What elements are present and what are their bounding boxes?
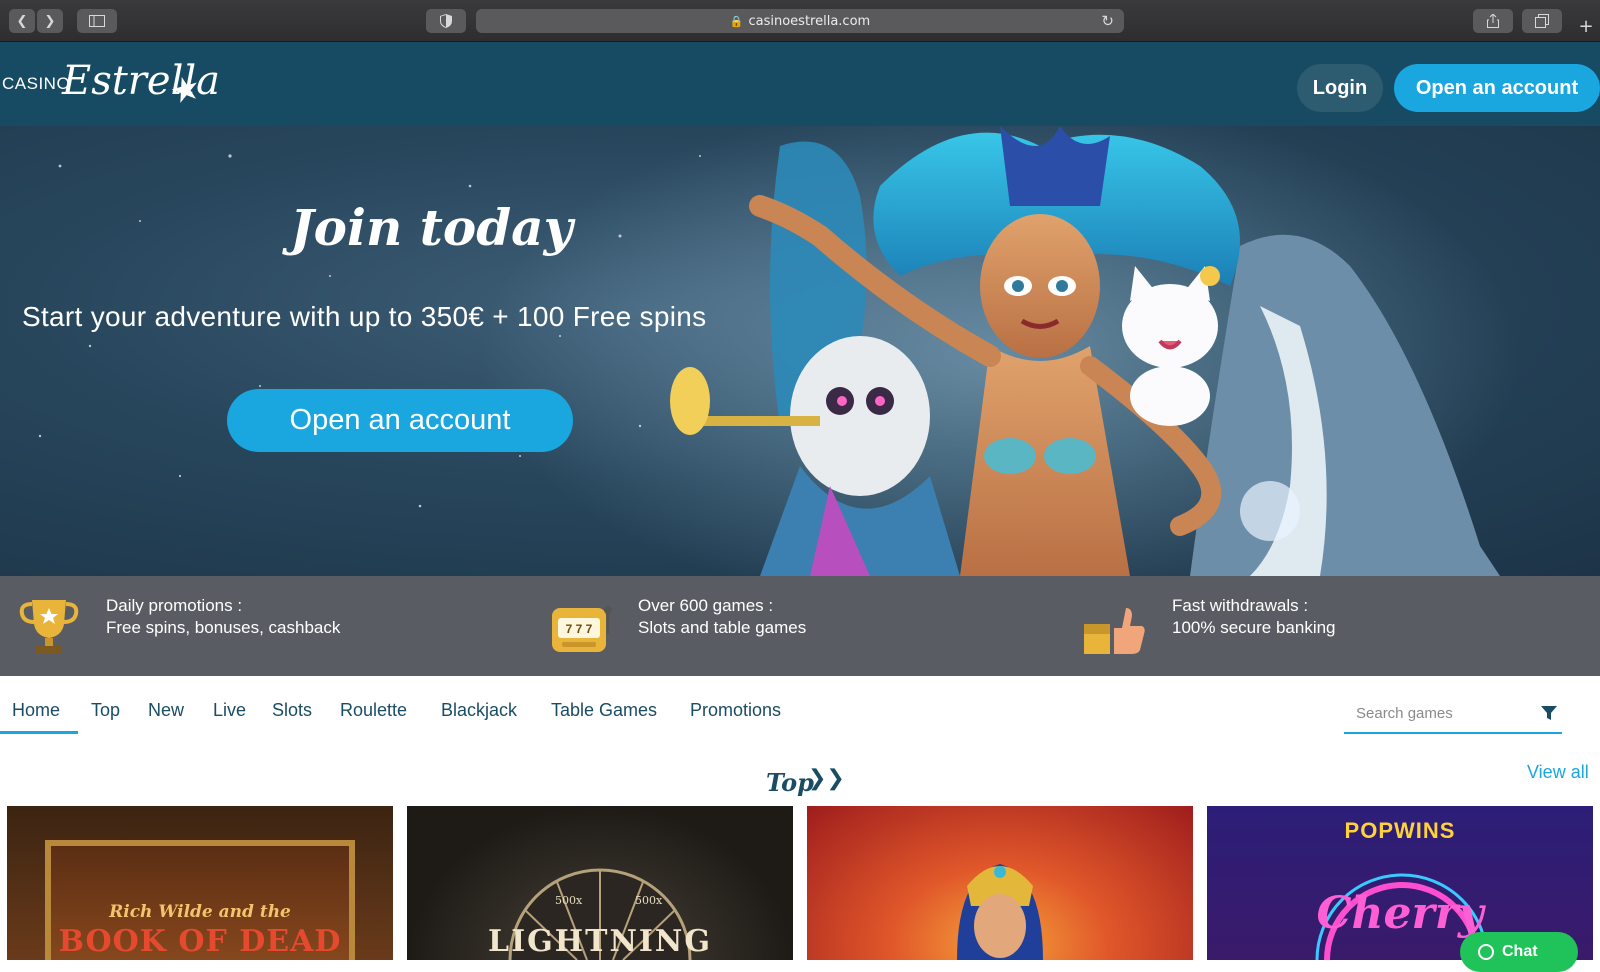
share-button[interactable] [1473,9,1513,33]
url-text: casinoestrella.com [748,13,871,29]
feature-games: 7 7 7 Over 600 games : Slots and table g… [548,576,1048,676]
hero-title: Join today [290,198,573,257]
hero-open-account-button[interactable]: Open an account [227,389,573,452]
login-button[interactable]: Login [1297,64,1383,112]
chat-button[interactable]: Chat [1460,932,1578,972]
hero-illustration [38,126,1520,576]
search-games-field[interactable] [1344,696,1562,734]
new-tab-button[interactable]: + [1574,14,1598,38]
logo-casino-text: CASINO [2,74,71,93]
game-tile-egyptian-queen[interactable] [807,806,1193,960]
tabs-overview-button[interactable] [1522,9,1562,33]
privacy-shield-button[interactable] [426,9,466,33]
feature-2-heading: Over 600 games : [638,596,774,615]
chat-bubble-icon [1478,944,1494,960]
sidebar-toggle-button[interactable] [77,9,117,33]
sidebar-icon [89,15,105,27]
tab-top[interactable]: Top [91,700,120,721]
chat-label: Chat [1502,943,1538,960]
search-input[interactable] [1344,696,1524,730]
features-bar: Daily promotions : Free spins, bonuses, … [0,576,1600,676]
active-tab-indicator [0,731,78,734]
feature-3-detail: 100% secure banking [1172,618,1336,637]
game-art-title: LIGHTNING [488,924,712,959]
share-icon [1487,14,1499,28]
section-title: Top [766,768,814,797]
forward-button[interactable]: ❯ [37,9,63,33]
tab-slots[interactable]: Slots [272,700,312,721]
slot-machine-icon: 7 7 7 [552,606,612,652]
address-bar[interactable]: 🔒 casinoestrella.com ↻ [476,9,1124,33]
tab-table-games[interactable]: Table Games [551,700,657,721]
feature-1-detail: Free spins, bonuses, cashback [106,618,341,637]
trophy-icon [19,600,79,654]
hero-banner: Join today Start your adventure with up … [0,126,1600,576]
casino-estrella-logo[interactable]: CASINO Estrella ★ [2,52,222,116]
game-tile-book-of-dead[interactable]: Rich Wilde and the BOOK OF DEAD [7,806,393,960]
lock-icon: 🔒 [729,14,744,28]
filter-icon[interactable] [1540,704,1558,722]
feature-withdrawals: Fast withdrawals : 100% secure banking [1080,576,1580,676]
open-account-button[interactable]: Open an account [1394,64,1600,112]
queen-portrait-art [957,864,1043,960]
tab-live[interactable]: Live [213,700,246,721]
tab-blackjack[interactable]: Blackjack [441,700,517,721]
tab-promotions[interactable]: Promotions [690,700,781,721]
feature-3-heading: Fast withdrawals : [1172,596,1309,615]
thumbs-up-icon [1084,608,1145,654]
back-button[interactable]: ❮ [9,9,35,33]
top-games-row: Rich Wilde and the BOOK OF DEAD 500x 500… [0,806,1600,960]
game-art-title: BOOK OF DEAD [58,924,342,959]
game-art-subtitle: Rich Wilde and the [109,902,291,922]
svg-text:7 7 7: 7 7 7 [566,622,593,636]
feature-1-heading: Daily promotions : [106,596,243,615]
game-tile-lightning[interactable]: 500x 500x LIGHTNING [407,806,793,960]
reload-icon[interactable]: ↻ [1101,12,1114,30]
tab-home[interactable]: Home [12,700,60,721]
feature-2-detail: Slots and table games [638,618,807,637]
multiplier-badge-right: 500x [635,894,663,907]
browser-toolbar: ❮ ❯ 🔒 casinoestrella.com ↻ + [0,0,1600,42]
view-all-link[interactable]: View all [1527,762,1589,783]
tab-new[interactable]: New [148,700,184,721]
double-chevron-right-icon: ❯❯ [808,766,845,791]
multiplier-badge-left: 500x [555,894,583,907]
shield-icon [440,14,452,28]
site-header: CASINO Estrella ★ Login Open an account [0,42,1600,126]
category-nav: Home Top New Live Slots Roulette Blackja… [0,676,1600,736]
tabs-icon [1535,14,1549,28]
hero-subtitle: Start your adventure with up to 350€ + 1… [22,301,707,332]
tab-roulette[interactable]: Roulette [340,700,407,721]
feature-daily-promotions: Daily promotions : Free spins, bonuses, … [14,576,514,676]
